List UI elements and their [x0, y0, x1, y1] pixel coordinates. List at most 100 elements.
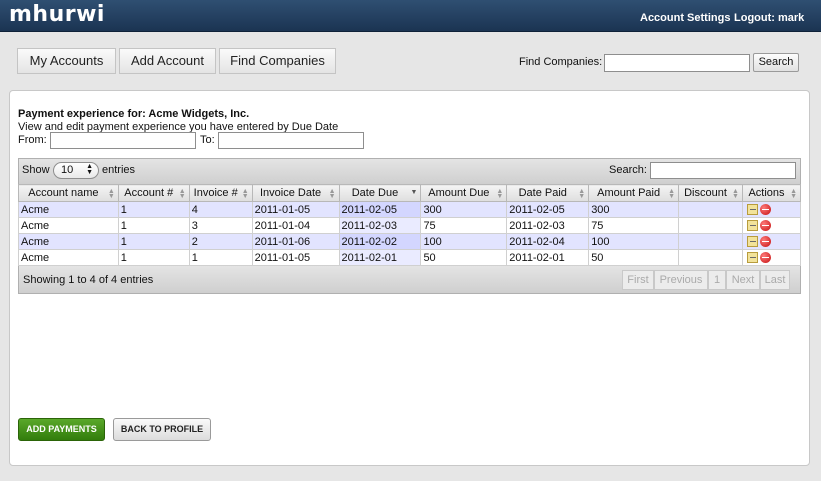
column-header-label: Actions [748, 187, 785, 199]
column-header-label: Amount Paid [597, 187, 661, 199]
table-row: Acme 1 4 2011-01-05 2011-02-05 300 2011-02-05 3… [18, 201, 802, 218]
column-header-invoice-date[interactable]: Invoice Date ▲ ▼ [251, 184, 340, 202]
actions-cell [741, 201, 802, 218]
sort-arrows-icon: ▲ ▼ [496, 188, 504, 200]
table-cell: Acme [18, 249, 119, 266]
pager-last[interactable]: Last [760, 270, 790, 290]
page-length-select[interactable]: 10 ▲ ▼ [53, 162, 99, 179]
table-cell [678, 201, 743, 218]
delete-icon[interactable] [759, 236, 771, 248]
from-date-input[interactable] [50, 132, 196, 149]
table-cell: 2011-02-05 [506, 201, 590, 218]
table-cell: 2011-02-04 [506, 233, 590, 250]
pager-first[interactable]: First [622, 270, 654, 290]
sort-arrows-icon: ▲ ▼ [732, 188, 739, 200]
table-cell: 2011-02-02 [338, 233, 422, 250]
sort-arrows-icon: ▲ ▼ [107, 188, 115, 200]
actions-cell [741, 233, 802, 250]
payments-table: Account name ▲ ▼ Account # ▲ ▼ Invoice # ▲ ▼ Invo… [18, 184, 802, 266]
column-header-discount[interactable]: Discount ▲ ▼ [678, 184, 743, 202]
account-settings-link[interactable]: Account Settings [640, 12, 730, 24]
logout-link[interactable]: Logout: mark [734, 12, 804, 24]
sort-arrows-icon: ▲ ▼ [578, 188, 586, 200]
table-cell [678, 249, 743, 266]
column-header-amount-due[interactable]: Amount Due ▲ ▼ [420, 184, 508, 202]
table-cell: 100 [420, 233, 508, 250]
pager-page-1[interactable]: 1 [708, 270, 726, 290]
top-bar: mhurwi Account Settings Logout: mark [0, 0, 821, 32]
table-cell: 2011-02-01 [338, 249, 422, 266]
table-cell: Acme [18, 217, 119, 234]
column-header-label: Invoice # [193, 187, 238, 199]
actions-cell [741, 217, 802, 234]
column-header-amount-paid[interactable]: Amount Paid ▲ ▼ [588, 184, 680, 202]
table-row: Acme 1 3 2011-01-04 2011-02-03 75 2011-02-03 75 [18, 217, 802, 234]
sort-arrows-icon: ▲ ▼ [328, 188, 336, 200]
from-label: From: [18, 134, 47, 146]
nav-add-account[interactable]: Add Account [119, 48, 216, 74]
table-cell: 300 [588, 201, 680, 218]
table-cell: 2011-02-03 [338, 217, 422, 234]
table-search-label: Search: [609, 164, 647, 176]
table-cell: Acme [18, 233, 119, 250]
sort-arrows-icon: ▼ [410, 189, 418, 196]
table-header-row: Account name ▲ ▼ Account # ▲ ▼ Invoice # ▲ ▼ Invo… [18, 184, 802, 202]
table-cell [678, 217, 743, 234]
column-header-date-due[interactable]: Date Due ▼ [338, 184, 422, 202]
edit-icon[interactable] [746, 252, 758, 264]
nav-my-accounts[interactable]: My Accounts [17, 48, 116, 74]
find-companies-input[interactable] [604, 54, 750, 72]
column-header-label: Discount [684, 187, 727, 199]
find-search-button[interactable]: Search [753, 53, 799, 72]
select-arrows-icon: ▲ ▼ [86, 163, 93, 176]
sort-arrows-icon: ▲ ▼ [241, 188, 249, 200]
sort-arrows-icon: ▲ ▼ [668, 188, 676, 200]
table-row: Acme 1 2 2011-01-06 2011-02-02 100 2011-02-04 1… [18, 233, 802, 250]
column-header-account[interactable]: Account # ▲ ▼ [117, 184, 190, 202]
table-cell: 2011-01-06 [251, 233, 340, 250]
column-header-label: Account name [28, 187, 99, 199]
edit-icon[interactable] [746, 204, 758, 216]
table-cell: 2011-01-05 [251, 201, 340, 218]
page-length-value: 10 [61, 164, 74, 176]
table-cell: 1 [117, 233, 190, 250]
column-header-label: Date Paid [518, 187, 567, 199]
edit-icon[interactable] [746, 236, 758, 248]
table-cell: 2011-02-01 [506, 249, 590, 266]
to-date-input[interactable] [218, 132, 364, 149]
column-header-label: Account # [124, 187, 174, 199]
column-header-actions[interactable]: Actions ▲ ▼ [741, 184, 802, 202]
nav-find-companies[interactable]: Find Companies [219, 48, 336, 74]
show-label: Show [22, 164, 50, 176]
delete-icon[interactable] [759, 220, 771, 232]
table-cell: 1 [117, 217, 190, 234]
add-payments-button[interactable]: ADD PAYMENTS [18, 418, 105, 441]
delete-icon[interactable] [759, 252, 771, 264]
back-to-profile-button[interactable]: BACK TO PROFILE [113, 418, 211, 441]
table-cell: 4 [188, 201, 253, 218]
table-cell: 300 [420, 201, 508, 218]
table-search-input[interactable] [650, 162, 796, 179]
to-label: To: [200, 134, 215, 146]
table-cell [678, 233, 743, 250]
edit-icon[interactable] [746, 220, 758, 232]
table-row: Acme 1 1 2011-01-05 2011-02-01 50 2011-02-01 50 [18, 249, 802, 266]
column-header-account-name[interactable]: Account name ▲ ▼ [18, 184, 119, 202]
table-cell: 1 [188, 249, 253, 266]
table-cell: 1 [117, 201, 190, 218]
column-header-label: Amount Due [428, 187, 490, 199]
column-header-invoice[interactable]: Invoice # ▲ ▼ [188, 184, 253, 202]
logo[interactable]: mhurwi [9, 2, 105, 27]
table-cell: 2011-02-05 [338, 201, 422, 218]
pager-previous[interactable]: Previous [654, 270, 708, 290]
column-header-date-paid[interactable]: Date Paid ▲ ▼ [506, 184, 590, 202]
delete-icon[interactable] [759, 204, 771, 216]
table-cell: 50 [588, 249, 680, 266]
table-info: Showing 1 to 4 of 4 entries [23, 274, 154, 286]
pager-next[interactable]: Next [726, 270, 760, 290]
table-cell: 100 [588, 233, 680, 250]
page-title: Payment experience for: Acme Widgets, In… [18, 108, 250, 120]
find-companies-label: Find Companies: [519, 56, 603, 68]
table-cell: 2 [188, 233, 253, 250]
actions-cell [741, 249, 802, 266]
